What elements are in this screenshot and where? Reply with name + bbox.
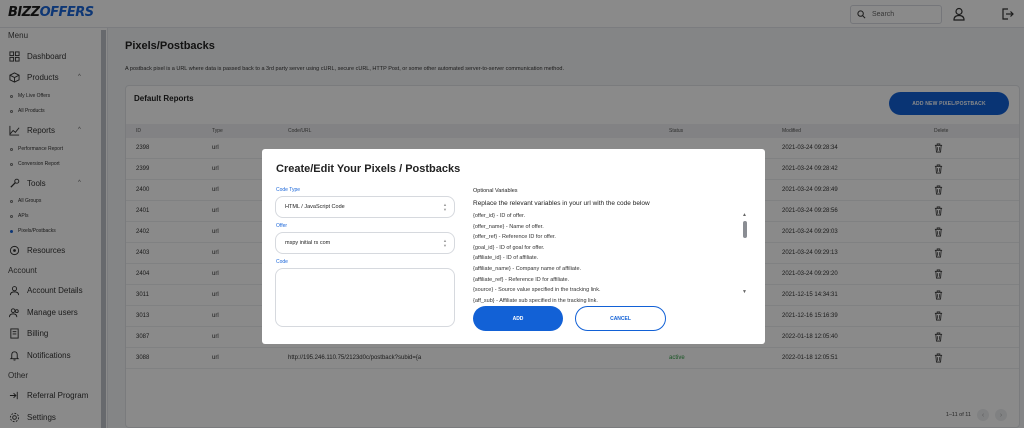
- variable-item: {affiliate_ref} - Reference ID for affil…: [473, 276, 570, 283]
- select-arrows-icon: ▲ ▼: [443, 238, 447, 248]
- select-arrows-icon: ▲ ▼: [443, 202, 447, 212]
- variable-item: {affiliate_id} - ID of affiliate.: [473, 255, 539, 262]
- offer-label: Offer: [276, 223, 288, 229]
- optional-variables-title: Optional Variables: [473, 188, 518, 194]
- scrollbar-thumb[interactable]: [743, 221, 747, 238]
- variables-list: {offer_id} - ID of offer. {offer_name} - …: [473, 211, 735, 306]
- variable-item: {offer_name} - Name of offer.: [473, 223, 544, 230]
- offer-select[interactable]: mspy initial rs com ▲ ▼: [275, 232, 455, 254]
- optional-variables-subtitle: Replace the relevant variables in your u…: [473, 200, 650, 207]
- variable-item: {goal_id} - ID of goal for offer.: [473, 244, 545, 251]
- scroll-up-icon[interactable]: ▲: [742, 212, 747, 218]
- code-textarea[interactable]: [275, 268, 455, 327]
- variable-item: {affiliate_name} - Company name of affil…: [473, 265, 582, 272]
- scroll-down-icon[interactable]: ▼: [742, 289, 747, 295]
- modal-title: Create/Edit Your Pixels / Postbacks: [276, 163, 461, 175]
- variable-item: {offer_id} - ID of offer.: [473, 213, 526, 219]
- variables-scrollbar[interactable]: ▲ ▼: [741, 212, 749, 297]
- variable-item: {source} - Source value specified in the…: [473, 287, 601, 294]
- add-button[interactable]: ADD: [473, 306, 563, 331]
- code-label: Code: [276, 259, 288, 265]
- code-type-label: Code Type: [276, 187, 301, 193]
- code-type-select[interactable]: HTML / JavaScript Code ▲ ▼: [275, 196, 455, 218]
- cancel-button[interactable]: CANCEL: [575, 306, 666, 331]
- variable-item: {offer_ref} - Reference ID for offer.: [473, 234, 556, 241]
- variable-item: {aff_sub} - Affiliate sub specified in t…: [473, 297, 598, 304]
- pixel-postback-modal: Create/Edit Your Pixels / Postbacks Code…: [262, 149, 765, 344]
